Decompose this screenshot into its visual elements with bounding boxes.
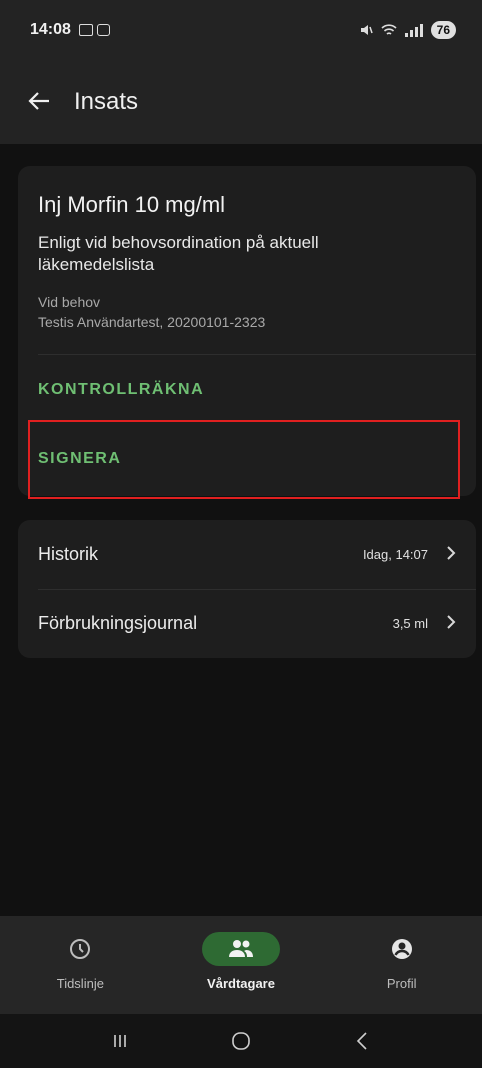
info-list-card: Historik Idag, 14:07 Förbrukningsjournal… (18, 520, 476, 658)
content-area: Inj Morfin 10 mg/ml Enligt vid behovsord… (0, 144, 482, 916)
chevron-right-icon (446, 544, 456, 565)
divider (38, 354, 476, 355)
list-item-value: 3,5 ml (392, 616, 428, 631)
people-icon (229, 940, 253, 957)
page-title: Insats (74, 88, 139, 115)
nav-item-tidslinje[interactable]: Tidslinje (0, 916, 161, 1014)
signal-icon (404, 23, 423, 37)
nav-label: Tidslinje (56, 976, 104, 991)
list-item-value: Idag, 14:07 (362, 547, 428, 562)
medication-patient: Testis Användartest, 20200101-2323 (38, 314, 266, 330)
nav-label: Profil (386, 976, 417, 991)
screenshot-icon (78, 24, 93, 36)
medication-title: Inj Morfin 10 mg/ml (38, 192, 226, 217)
chevron-right-icon (446, 613, 456, 634)
highlight-box (28, 420, 460, 499)
clock-icon (70, 939, 91, 959)
back-arrow-icon[interactable] (28, 89, 64, 115)
nav-label: Vårdtagare (207, 976, 275, 991)
wifi-icon (381, 24, 397, 35)
status-bar: 14:08 76 (0, 0, 482, 60)
list-item-historik[interactable]: Historik Idag, 14:07 (18, 520, 476, 589)
status-time: 14:08 (30, 21, 71, 38)
nav-item-vardtagare[interactable]: Vårdtagare (161, 916, 322, 1014)
battery-indicator: 76 (430, 21, 456, 39)
recent-apps-icon[interactable] (100, 1026, 140, 1056)
bottom-navigation: Tidslinje Vårdtagare Profil (0, 916, 482, 1014)
medication-description: Enligt vid behovsordination på aktuell l… (38, 233, 319, 274)
account-circle-icon (391, 939, 412, 959)
list-item-label: Historik (38, 544, 99, 564)
medication-card: Inj Morfin 10 mg/ml Enligt vid behovsord… (18, 166, 476, 499)
app-bar: Insats (0, 60, 482, 144)
kontrollrakna-button[interactable]: KONTROLLRÄKNA (38, 381, 204, 399)
list-item-forbrukningsjournal[interactable]: Förbrukningsjournal 3,5 ml (18, 589, 476, 658)
medication-frequency: Vid behov (38, 294, 101, 310)
home-icon[interactable] (221, 1026, 261, 1056)
teams-icon (96, 24, 110, 36)
mute-icon (360, 25, 373, 35)
back-icon[interactable] (342, 1026, 382, 1056)
nav-item-profil[interactable]: Profil (321, 916, 482, 1014)
system-navigation-bar (0, 1014, 482, 1068)
list-item-label: Förbrukningsjournal (38, 613, 198, 633)
